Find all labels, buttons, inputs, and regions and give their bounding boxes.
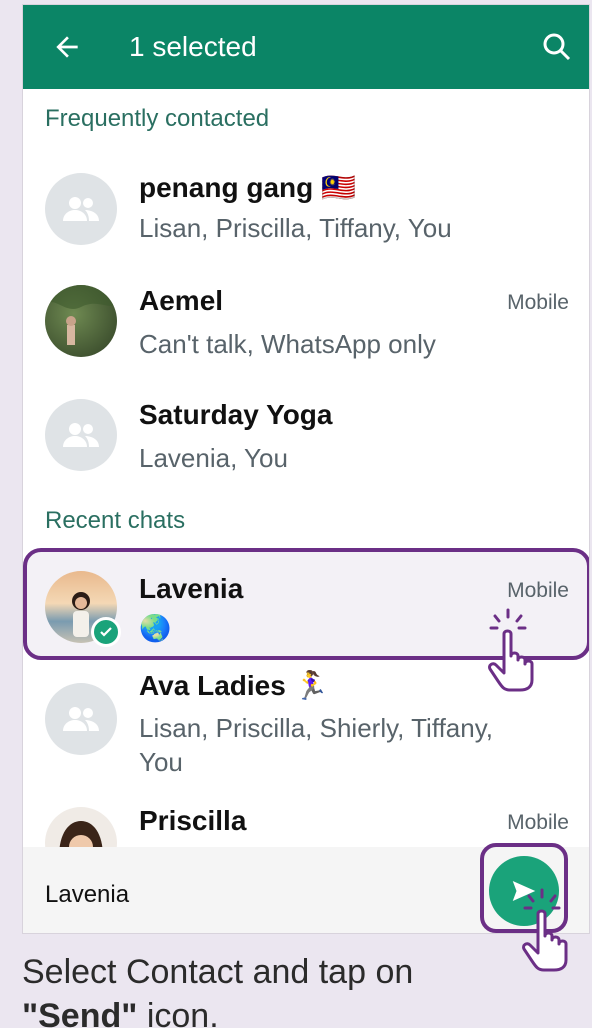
- app-bar: 1 selected: [23, 5, 589, 89]
- contact-name: Ava Ladies 🏃‍♀️: [139, 670, 329, 701]
- group-avatar-icon: [45, 683, 117, 755]
- contact-name: Lavenia: [139, 573, 244, 604]
- caption-line-2-rest: icon.: [137, 997, 219, 1028]
- contact-members: Lisan, Priscilla, Tiffany, You: [139, 213, 452, 243]
- contact-phone-type: Mobile: [507, 579, 569, 602]
- contact-row-aemel[interactable]: Aemel Mobile Can't talk, WhatsApp only: [23, 277, 589, 377]
- tap-hand-icon: [522, 888, 568, 972]
- tap-hand-icon: [488, 608, 534, 692]
- contact-row-penang-gang[interactable]: penang gang 🇲🇾 Lisan, Priscilla, Tiffany…: [23, 165, 589, 265]
- caption-line-2: "Send" icon.: [22, 994, 413, 1028]
- contact-members: Lavenia, You: [139, 443, 288, 473]
- section-frequently-contacted: Frequently contacted: [45, 105, 270, 132]
- contact-phone-type: Mobile: [507, 291, 569, 314]
- contact-name: Priscilla: [139, 805, 247, 836]
- contact-name: Aemel: [139, 285, 224, 316]
- caption-line-1: Select Contact and tap on: [22, 953, 414, 991]
- search-icon[interactable]: [539, 29, 575, 65]
- share-screen: 1 selected Frequently contacted penang g…: [22, 4, 590, 934]
- contact-members-continued: You: [139, 747, 183, 777]
- group-avatar-icon: [45, 173, 117, 245]
- contact-row-saturday-yoga[interactable]: Saturday Yoga Lavenia, You: [23, 391, 589, 491]
- selection-count-title: 1 selected: [129, 31, 257, 62]
- contact-name: Saturday Yoga: [139, 399, 333, 430]
- contact-name: penang gang 🇲🇾: [139, 172, 356, 203]
- contact-members: Lisan, Priscilla, Shierly, Tiffany,: [139, 713, 494, 743]
- group-avatar-icon: [45, 399, 117, 471]
- instruction-caption: Select Contact and tap on "Send" icon.: [22, 950, 413, 1028]
- contact-status: Can't talk, WhatsApp only: [139, 329, 436, 359]
- back-arrow-icon[interactable]: [51, 31, 83, 63]
- contact-photo-avatar: [45, 285, 117, 357]
- section-recent-chats: Recent chats: [45, 507, 186, 534]
- contact-phone-type: Mobile: [507, 811, 569, 834]
- contact-status: 🌏: [139, 613, 172, 643]
- selected-check-icon: [91, 617, 121, 647]
- selected-contacts-label: Lavenia: [45, 881, 130, 908]
- caption-send-bold: "Send": [22, 997, 138, 1028]
